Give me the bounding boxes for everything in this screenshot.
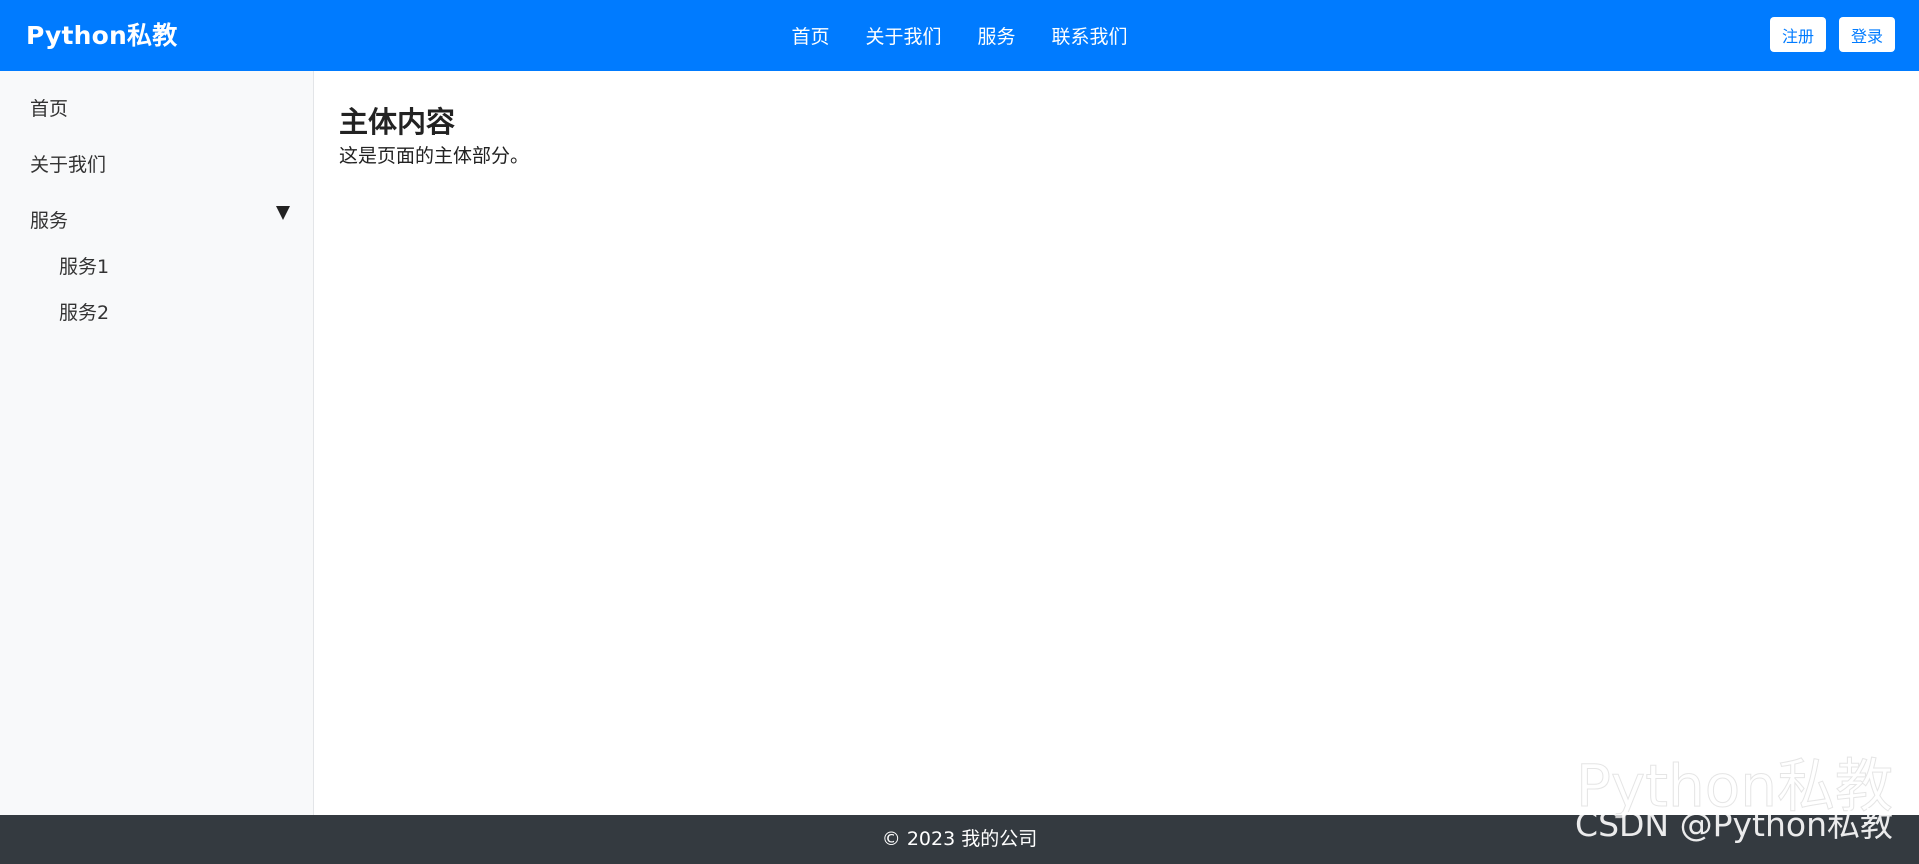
main-nav: 首页 关于我们 服务 联系我们 — [0, 0, 1919, 71]
login-button[interactable]: 登录 — [1838, 17, 1895, 52]
main-content: 主体内容 这是页面的主体部分。 — [314, 71, 1919, 815]
auth-actions: 注册 登录 — [1769, 17, 1895, 52]
sidebar-item-home[interactable]: 首页 — [30, 94, 68, 121]
sidebar-subitem-service-2[interactable]: 服务2 — [59, 298, 109, 325]
top-navbar: Python私教 首页 关于我们 服务 联系我们 注册 登录 — [0, 0, 1919, 71]
nav-link-about[interactable]: 关于我们 — [865, 22, 941, 49]
nav-link-services[interactable]: 服务 — [978, 22, 1016, 49]
page-body-text: 这是页面的主体部分。 — [339, 145, 530, 167]
nav-link-contact[interactable]: 联系我们 — [1052, 22, 1128, 49]
sidebar-item-services[interactable]: 服务 — [30, 206, 68, 233]
nav-link-home[interactable]: 首页 — [791, 22, 829, 49]
sidebar: 首页 关于我们 服务 服务1 服务2 — [0, 71, 314, 815]
sidebar-subitem-service-1[interactable]: 服务1 — [59, 252, 109, 279]
page-title: 主体内容 — [339, 105, 456, 139]
caret-down-icon[interactable] — [276, 206, 290, 220]
footer: © 2023 我的公司 — [0, 815, 1919, 864]
register-button[interactable]: 注册 — [1769, 17, 1826, 52]
sidebar-item-about[interactable]: 关于我们 — [30, 150, 106, 177]
